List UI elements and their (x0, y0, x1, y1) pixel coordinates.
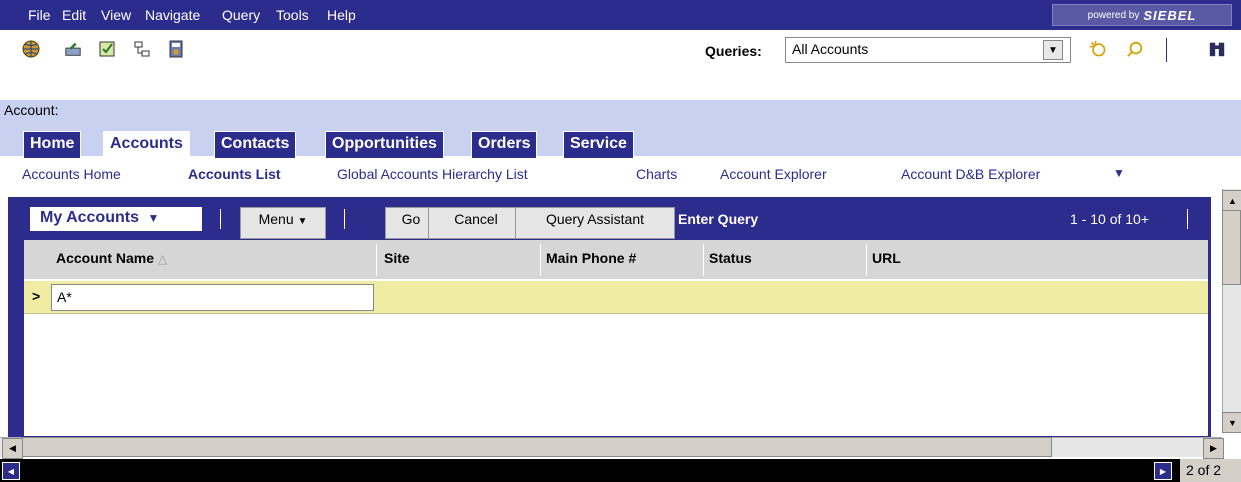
page-indicator: 2 of 2 (1180, 459, 1241, 482)
subnav-account-db-explorer[interactable]: Account D&B Explorer (901, 166, 1040, 182)
query-assistant-button[interactable]: Query Assistant (515, 207, 675, 239)
query-input-value: A* (57, 289, 72, 305)
checklist-icon[interactable] (98, 40, 116, 58)
menu-button[interactable]: Menu ▼ (240, 207, 326, 239)
visibility-label: My Accounts (40, 209, 139, 226)
siebel-logo: powered by SIEBEL (1052, 4, 1232, 26)
binoculars-icon[interactable] (1208, 40, 1226, 58)
more-views-icon[interactable]: ▼ (1113, 166, 1125, 180)
new-query-icon[interactable] (1089, 40, 1107, 58)
column-main-phone[interactable]: Main Phone # (546, 250, 636, 266)
header-separator (1187, 209, 1188, 229)
scroll-left-icon[interactable]: ◀ (2, 438, 23, 459)
menu-view[interactable]: View (101, 7, 131, 23)
subnav-charts[interactable]: Charts (636, 166, 677, 182)
menu-file[interactable]: File (28, 7, 51, 23)
account-label: Account: (4, 102, 59, 118)
queries-select[interactable]: All Accounts (785, 37, 1071, 63)
column-divider (866, 244, 867, 276)
column-site[interactable]: Site (384, 250, 410, 266)
vertical-scroll-thumb[interactable] (1222, 210, 1241, 285)
cancel-button[interactable]: Cancel (428, 207, 524, 239)
menu-help[interactable]: Help (327, 7, 356, 23)
account-bar (0, 100, 1241, 126)
brand-text: SIEBEL (1143, 7, 1197, 23)
menu-navigate[interactable]: Navigate (145, 7, 200, 23)
search-icon[interactable] (1126, 40, 1144, 58)
subnav-accounts-list[interactable]: Accounts List (188, 166, 281, 182)
queries-label: Queries: (705, 43, 762, 59)
menu-edit[interactable]: Edit (62, 7, 86, 23)
subnav-account-explorer[interactable]: Account Explorer (720, 166, 827, 182)
column-divider (703, 244, 704, 276)
horizontal-scroll-thumb[interactable] (22, 437, 1052, 457)
header-separator (344, 209, 345, 229)
menu-query[interactable]: Query (222, 7, 260, 23)
column-divider (376, 244, 377, 276)
scroll-up-icon[interactable]: ▲ (1222, 190, 1241, 211)
chevron-down-icon: ▼ (297, 216, 308, 227)
column-url[interactable]: URL (872, 250, 901, 266)
subnav-global-accounts-hierarchy[interactable]: Global Accounts Hierarchy List (337, 166, 528, 182)
chevron-down-icon: ▼ (147, 211, 160, 225)
scroll-down-icon[interactable]: ▼ (1222, 412, 1241, 433)
visibility-dropdown[interactable]: My Accounts ▼ (30, 207, 202, 231)
sync-icon[interactable] (64, 40, 82, 58)
status-bar (0, 459, 1241, 482)
previous-page-icon[interactable]: ◀ (2, 462, 20, 480)
toolbar-divider (1166, 38, 1167, 62)
subnav (0, 158, 1241, 190)
menu-bar: File Edit View Navigate Query Tools Help… (0, 0, 1241, 30)
subnav-accounts-home[interactable]: Accounts Home (22, 166, 121, 182)
network-icon[interactable] (133, 40, 151, 58)
account-name-query-input[interactable]: A* (51, 284, 374, 311)
powered-by-text: powered by (1087, 9, 1140, 21)
column-account-name-label: Account Name (56, 250, 155, 266)
sort-ascending-icon: △ (157, 252, 168, 266)
toolbar: Queries: All Accounts ▼ (0, 30, 1241, 88)
menu-button-label: Menu (258, 211, 294, 227)
record-count: 1 - 10 of 10+ (1070, 211, 1150, 227)
query-mode-label: Enter Query (678, 211, 759, 227)
column-divider (540, 244, 541, 276)
calculator-icon[interactable] (167, 40, 185, 58)
row-indicator: > (32, 288, 41, 304)
globe-icon[interactable] (22, 40, 40, 58)
menu-tools[interactable]: Tools (276, 7, 309, 23)
header-separator (220, 209, 221, 229)
next-page-icon[interactable]: ▶ (1154, 462, 1172, 480)
column-account-name[interactable]: Account Name △ (56, 250, 167, 266)
scroll-right-icon[interactable]: ▶ (1203, 438, 1224, 459)
queries-value: All Accounts (792, 41, 869, 57)
column-status[interactable]: Status (709, 250, 752, 266)
chevron-down-icon[interactable]: ▼ (1043, 40, 1063, 60)
